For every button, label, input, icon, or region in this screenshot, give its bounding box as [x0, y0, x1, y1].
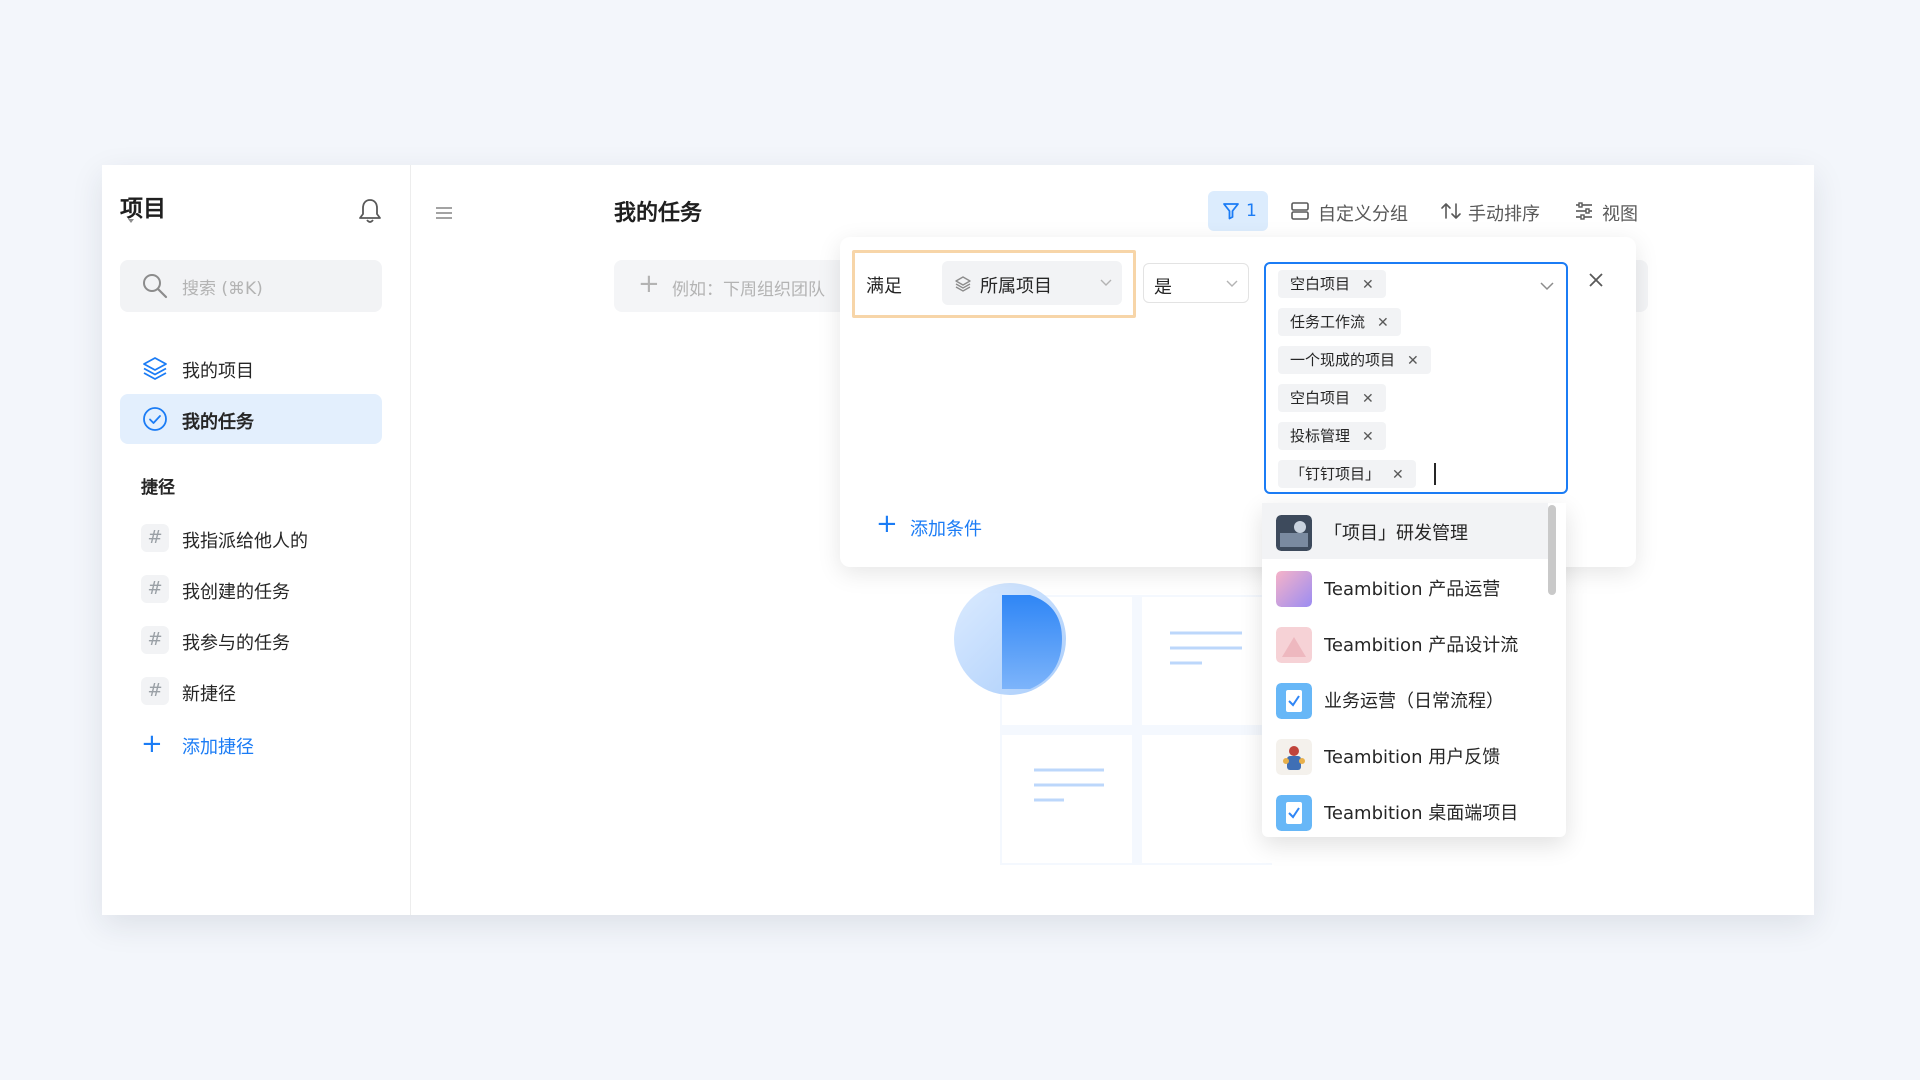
- plus-icon: +: [638, 269, 660, 299]
- selected-tag: 任务工作流 ✕: [1278, 308, 1401, 336]
- tag-label: 「钉钉项目」: [1290, 465, 1381, 483]
- quick-add-placeholder: 例如：下周组织团队: [672, 280, 825, 300]
- empty-state-illustration: [954, 583, 1282, 865]
- option-label: Teambition 产品运营: [1324, 579, 1501, 600]
- add-shortcut-button[interactable]: + 添加捷径: [120, 725, 382, 765]
- plus-icon: +: [141, 729, 163, 759]
- close-icon[interactable]: ✕: [1377, 315, 1389, 331]
- sliders-icon: [1576, 202, 1592, 220]
- tag-label: 空白项目: [1290, 275, 1351, 293]
- project-avatar-icon: [1276, 739, 1312, 775]
- menu-icon[interactable]: [434, 205, 454, 221]
- chevron-down-icon: [1100, 279, 1112, 286]
- option-item[interactable]: Teambition 用户反馈: [1262, 727, 1548, 783]
- caret-down-icon[interactable]: [128, 219, 134, 223]
- text-cursor: [1434, 463, 1436, 485]
- dropdown-scrollbar[interactable]: [1548, 505, 1556, 595]
- view-label: 视图: [1602, 204, 1638, 225]
- nav-item-label: 我的项目: [182, 361, 254, 382]
- close-icon[interactable]: [1588, 272, 1604, 288]
- search-placeholder: 搜索 (⌘K): [182, 279, 263, 299]
- plus-icon: +: [876, 509, 898, 539]
- filter-icon: [1223, 203, 1239, 220]
- shortcut-label: 我指派给他人的: [182, 531, 308, 552]
- shortcut-label: 我参与的任务: [182, 633, 290, 654]
- app-title[interactable]: 项目: [120, 189, 166, 223]
- field-select-value: 所属项目: [980, 276, 1052, 297]
- option-label: 「项目」研发管理: [1324, 523, 1468, 544]
- selected-tag: 空白项目 ✕: [1278, 270, 1386, 298]
- layers-icon: [955, 276, 971, 292]
- filter-count: 1: [1246, 201, 1257, 221]
- app-window: 项目 搜索 (⌘K) 我的项目 我的任务 捷径 # 我指派给他人的 # 我创建的…: [102, 165, 1814, 915]
- project-avatar-icon: [1276, 515, 1312, 551]
- operator-value: 是: [1154, 277, 1172, 298]
- close-icon[interactable]: ✕: [1362, 429, 1374, 445]
- option-item[interactable]: Teambition 产品设计流: [1262, 615, 1548, 671]
- add-shortcut-label: 添加捷径: [182, 737, 254, 758]
- tag-label: 任务工作流: [1290, 313, 1366, 331]
- shortcut-label: 新捷径: [182, 684, 236, 705]
- option-label: 业务运营（日常流程）: [1324, 691, 1504, 712]
- match-label: 满足: [866, 276, 902, 297]
- check-circle-icon: [143, 407, 167, 431]
- manual-sort-label: 手动排序: [1468, 204, 1540, 225]
- close-icon[interactable]: ✕: [1362, 277, 1374, 293]
- bell-icon[interactable]: [357, 197, 383, 225]
- shortcut-new[interactable]: # 新捷径: [120, 670, 382, 714]
- selected-tag: 一个现成的项目 ✕: [1278, 346, 1431, 374]
- add-condition-label: 添加条件: [910, 519, 982, 540]
- option-label: Teambition 产品设计流: [1324, 635, 1519, 656]
- chevron-down-icon: [1226, 280, 1238, 287]
- close-icon[interactable]: ✕: [1392, 467, 1404, 483]
- close-icon[interactable]: ✕: [1362, 391, 1374, 407]
- hash-icon: #: [141, 677, 169, 705]
- search-box[interactable]: 搜索 (⌘K): [120, 260, 382, 312]
- option-item[interactable]: Teambition 产品运营: [1262, 559, 1548, 615]
- tag-label: 空白项目: [1290, 389, 1351, 407]
- nav-item-label: 我的任务: [182, 412, 254, 433]
- operator-select[interactable]: 是: [1143, 263, 1249, 303]
- nav-item-my-tasks[interactable]: 我的任务: [120, 394, 382, 444]
- project-options-dropdown: 「项目」研发管理 Teambition 产品运营 Teambition 产品设计…: [1262, 503, 1566, 837]
- selected-tag: 投标管理 ✕: [1278, 422, 1386, 450]
- selected-tag: 空白项目 ✕: [1278, 384, 1386, 412]
- layers-icon: [143, 357, 167, 380]
- selected-tag: 「钉钉项目」 ✕: [1278, 460, 1416, 488]
- nav-item-my-projects[interactable]: 我的项目: [120, 343, 382, 393]
- tag-label: 一个现成的项目: [1290, 351, 1396, 369]
- option-item[interactable]: Teambition 桌面端项目: [1262, 783, 1548, 837]
- shortcut-assigned-by-me[interactable]: # 我指派给他人的: [120, 517, 382, 561]
- custom-group-label: 自定义分组: [1318, 204, 1408, 225]
- search-icon: [143, 274, 168, 299]
- shortcut-created-by-me[interactable]: # 我创建的任务: [120, 568, 382, 612]
- hash-icon: #: [141, 626, 169, 654]
- field-select[interactable]: 所属项目: [942, 261, 1122, 305]
- chevron-down-icon[interactable]: [1540, 282, 1554, 291]
- hash-icon: #: [141, 524, 169, 552]
- shortcut-label: 我创建的任务: [182, 582, 290, 603]
- value-multiselect[interactable]: 空白项目 ✕ 任务工作流 ✕ 一个现成的项目 ✕ 空白项目 ✕ 投标管理 ✕ 「钉钉项目」…: [1264, 262, 1568, 494]
- sort-icon: [1441, 203, 1461, 219]
- hash-icon: #: [141, 575, 169, 603]
- option-item[interactable]: 「项目」研发管理: [1262, 503, 1548, 559]
- project-avatar-icon: [1276, 683, 1312, 719]
- option-item[interactable]: 业务运营（日常流程）: [1262, 671, 1548, 727]
- close-icon[interactable]: ✕: [1407, 353, 1419, 369]
- tag-label: 投标管理: [1290, 427, 1351, 445]
- project-avatar-icon: [1276, 571, 1312, 607]
- sidebar: 项目 搜索 (⌘K) 我的项目 我的任务 捷径 # 我指派给他人的 # 我创建的…: [102, 165, 411, 915]
- shortcut-participating[interactable]: # 我参与的任务: [120, 619, 382, 663]
- group-icon: [1291, 202, 1309, 220]
- page-title: 我的任务: [614, 201, 703, 226]
- option-label: Teambition 桌面端项目: [1324, 803, 1519, 824]
- project-avatar-icon: [1276, 627, 1312, 663]
- filter-button[interactable]: 1: [1208, 191, 1268, 231]
- project-avatar-icon: [1276, 795, 1312, 831]
- option-label: Teambition 用户反馈: [1324, 747, 1501, 768]
- shortcuts-heading: 捷径: [141, 478, 175, 498]
